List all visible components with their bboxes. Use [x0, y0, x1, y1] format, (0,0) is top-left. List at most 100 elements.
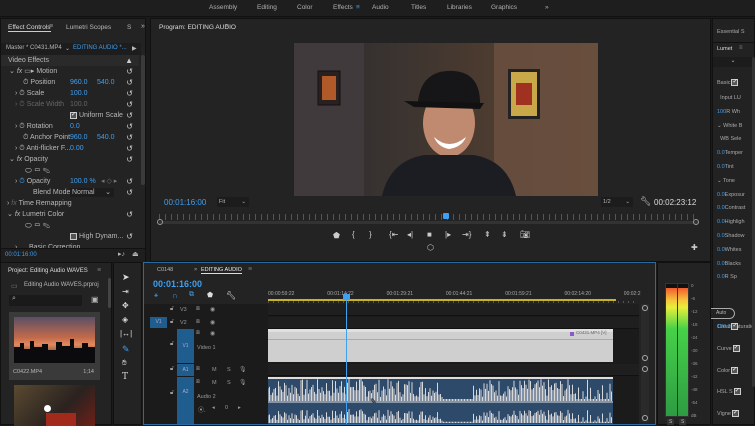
mute-button[interactable]: M — [212, 380, 217, 386]
rectangle-mask-icon[interactable]: ▭ — [34, 221, 40, 230]
track-v3-lane[interactable] — [268, 304, 639, 316]
panel-menu-icon[interactable]: ≡ — [97, 267, 101, 274]
reset-icon[interactable]: ↺ — [126, 143, 133, 154]
sync-lock-icon[interactable]: ⧈ — [196, 330, 200, 337]
value[interactable]: 0.0 — [717, 192, 725, 198]
tab-lumetri[interactable]: Lumet — [717, 46, 732, 52]
solo-right-button[interactable]: S — [679, 419, 687, 425]
lumetri-item[interactable]: 100R Wh — [717, 109, 740, 115]
checkbox-checked-icon[interactable]: ✓ — [732, 345, 740, 352]
uniform-scale-checkbox[interactable]: ✓ Uniform Scale ↺ — [1, 110, 139, 121]
effect-controls-timecode[interactable]: 00:01:16:00 — [5, 252, 37, 258]
track-a1-lane[interactable] — [268, 364, 639, 376]
playhead-timecode[interactable]: 00:01:16:00 — [164, 198, 206, 207]
ripple-edit-tool-icon[interactable]: ✥ — [122, 301, 129, 310]
lumetri-section[interactable]: Color ✓ — [717, 367, 739, 374]
position-y-value[interactable]: 540.0 — [97, 77, 115, 88]
scroll-handle[interactable] — [642, 355, 648, 361]
lock-icon[interactable]: 🔓︎ — [170, 341, 174, 348]
scroll-handle-left[interactable] — [157, 219, 163, 225]
reset-icon[interactable]: ↺ — [126, 88, 133, 99]
microphone-icon[interactable]: 🎙︎ — [239, 379, 247, 386]
track-v1-target[interactable]: V1 — [177, 329, 194, 363]
scroll-handle-right[interactable] — [693, 219, 699, 225]
mark-in-icon[interactable]: { — [352, 230, 355, 239]
video-frame[interactable] — [294, 43, 598, 196]
workspace-tab-titles[interactable]: Titles — [411, 4, 426, 11]
high-dynamic-checkbox[interactable]: High Dynam... ↺ — [1, 231, 139, 242]
lumetri-item[interactable]: 0.0Shadow — [717, 233, 745, 239]
clip-thumbnail-c0422[interactable]: C0422.MP4 1;14 — [9, 312, 100, 380]
reset-icon[interactable]: ↺ — [126, 154, 133, 165]
lumetri-section[interactable]: HSL S ✓ — [717, 388, 741, 395]
volume-value[interactable]: 0 — [225, 405, 228, 411]
more-panels-button[interactable]: » — [141, 23, 145, 30]
vertical-scrollbar[interactable] — [641, 304, 649, 422]
lumetri-item[interactable]: ⌄ White B — [717, 123, 742, 129]
workspace-tab-color[interactable]: Color — [297, 4, 313, 11]
ellipse-mask-icon[interactable]: ⬭ — [25, 166, 32, 175]
filter-icon[interactable]: ▸♪ — [118, 250, 125, 258]
stopwatch-icon[interactable]: ⏱ — [19, 145, 24, 152]
sync-lock-icon[interactable]: ⧈ — [196, 306, 200, 313]
value[interactable]: 0.0 — [717, 164, 725, 170]
mark-out-icon[interactable]: } — [369, 230, 372, 239]
lumetri-section[interactable]: Creat ✓ — [717, 323, 739, 330]
reset-icon[interactable]: ↺ — [126, 132, 133, 143]
workspace-tab-assembly[interactable]: Assembly — [209, 4, 237, 11]
track-a2-target[interactable]: A2 — [177, 377, 194, 424]
track-v2-lane[interactable] — [268, 317, 639, 329]
collapse-icon[interactable]: ▲ — [125, 55, 133, 66]
scroll-handle[interactable] — [642, 415, 648, 421]
time-remapping-effect[interactable]: › fx Time Remapping — [1, 198, 139, 209]
position-x-value[interactable]: 960.0 — [70, 77, 88, 88]
resolution-select[interactable]: 1/2 ⌄ — [601, 197, 633, 207]
sync-lock-icon[interactable]: ⧈ — [196, 379, 200, 386]
play-triangle-icon[interactable]: ▶ — [132, 45, 137, 52]
lock-icon[interactable]: 🔓︎ — [170, 366, 174, 373]
scrollbar[interactable] — [108, 278, 111, 308]
reset-icon[interactable]: ↺ — [126, 121, 133, 132]
go-to-in-icon[interactable]: {⇤ — [389, 230, 398, 239]
stop-icon[interactable]: ■ — [427, 230, 432, 239]
sync-lock-icon[interactable]: ⧈ — [196, 319, 200, 326]
reset-icon[interactable]: ↺ — [126, 66, 133, 77]
reset-icon[interactable]: ↺ — [126, 209, 133, 220]
hand-tool-icon[interactable]: ✋︎ — [122, 358, 127, 368]
wrench-icon[interactable]: 🔧︎ — [640, 196, 651, 207]
track-a1-target[interactable]: A1 — [177, 364, 194, 376]
opacity-effect[interactable]: ⌄ fx Opacity ↺ — [1, 154, 139, 165]
lumetri-section[interactable]: Vigne ✓ — [717, 410, 739, 417]
value[interactable]: 0.0 — [717, 150, 725, 156]
lumetri-item[interactable]: 0.0Contrast — [717, 205, 745, 211]
blend-mode-select[interactable]: Normal ⌄ — [70, 188, 114, 197]
time-ruler[interactable] — [159, 214, 699, 220]
value[interactable]: 0.0 — [717, 205, 725, 211]
checkbox-checked-icon[interactable]: ✓ — [731, 323, 739, 330]
slip-tool-icon[interactable]: |↔| — [120, 329, 132, 338]
checkbox-checked-icon[interactable]: ✓ — [731, 410, 739, 417]
next-keyframe-icon[interactable]: ▸ — [238, 405, 241, 411]
rotation-value[interactable]: 0.0 — [70, 121, 80, 132]
scrollbar[interactable] — [141, 55, 145, 185]
keyframe-nav-icon[interactable]: ◂ ◇ ▸ — [101, 176, 117, 187]
lumetri-item[interactable]: Basic ✓ — [717, 79, 739, 86]
lumetri-item[interactable]: 0.0Temper — [717, 150, 743, 156]
panel-menu-icon[interactable]: ≡ — [248, 266, 252, 273]
playhead-handle[interactable] — [343, 294, 350, 300]
prev-keyframe-icon[interactable]: ◂ — [212, 405, 215, 411]
add-marker-icon[interactable]: ⬟ — [333, 231, 340, 240]
search-input[interactable]: ⌕ — [9, 295, 82, 306]
lock-icon[interactable]: 🔓︎ — [170, 390, 174, 397]
lumetri-item[interactable]: WB Sele — [717, 136, 741, 142]
stopwatch-icon[interactable]: ⏱ — [23, 79, 28, 86]
clip-thumbnail-2[interactable] — [14, 385, 95, 426]
workspace-tab-audio[interactable]: Audio — [372, 4, 389, 11]
mute-button[interactable]: M — [212, 367, 217, 373]
export-icon[interactable]: ⏏ — [132, 250, 139, 258]
playhead-line[interactable] — [346, 293, 347, 424]
anchor-x-value[interactable]: 960.0 — [70, 132, 88, 143]
value[interactable]: 0.0 — [717, 219, 725, 225]
stopwatch-icon[interactable]: ⏱ — [19, 178, 24, 185]
playhead-marker[interactable] — [443, 213, 449, 219]
